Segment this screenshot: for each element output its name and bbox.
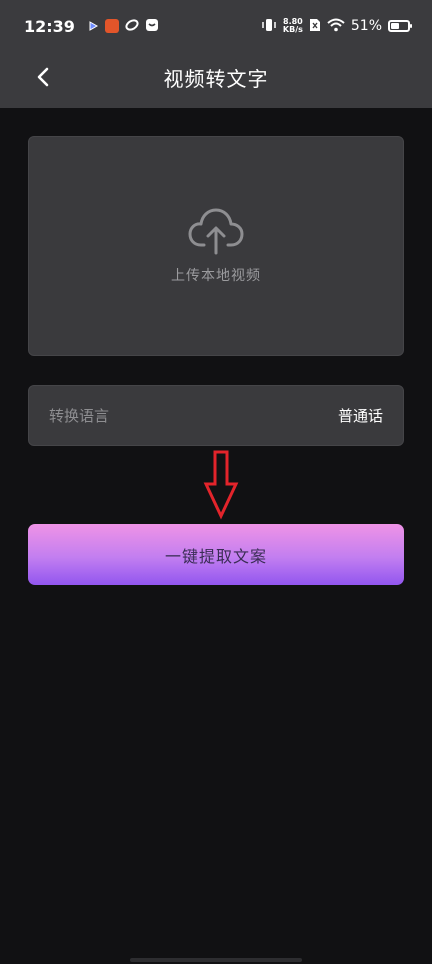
network-speed: 8.80 KB/s [283, 18, 303, 34]
swirl-app-icon [125, 17, 139, 36]
message-app-icon [145, 17, 159, 36]
wifi-icon [327, 17, 345, 36]
status-bar-left: 12:39 [24, 17, 159, 36]
vibrate-icon [261, 17, 277, 36]
back-button[interactable] [28, 60, 58, 94]
arrow-down-icon [203, 450, 239, 520]
battery-icon [388, 20, 412, 32]
home-indicator[interactable] [130, 958, 302, 962]
language-selector[interactable]: 转换语言 普通话 [28, 385, 404, 446]
upload-video-card[interactable]: 上传本地视频 [28, 136, 404, 356]
extract-button-label: 一键提取文案 [164, 546, 267, 566]
status-bar-right: 8.80 KB/s 51% [261, 17, 412, 36]
shopping-app-icon [104, 19, 119, 33]
status-bar: 12:39 8.80 KB/s 51% [0, 0, 432, 52]
extract-text-button[interactable]: 一键提取文案 [28, 524, 404, 585]
nav-bar: 视频转文字 [0, 52, 432, 102]
status-time: 12:39 [24, 16, 75, 36]
language-label: 转换语言 [49, 407, 110, 425]
chevron-left-icon [37, 67, 49, 87]
battery-level-fill [391, 23, 400, 29]
sim-icon [309, 17, 321, 36]
page-title: 视频转文字 [163, 66, 269, 91]
network-speed-unit: KB/s [282, 25, 303, 34]
cloud-upload-icon [188, 208, 244, 255]
language-value: 普通话 [337, 407, 383, 425]
play-app-icon [87, 17, 99, 36]
battery-percent: 51% [350, 18, 382, 34]
upload-label: 上传本地视频 [171, 268, 261, 284]
